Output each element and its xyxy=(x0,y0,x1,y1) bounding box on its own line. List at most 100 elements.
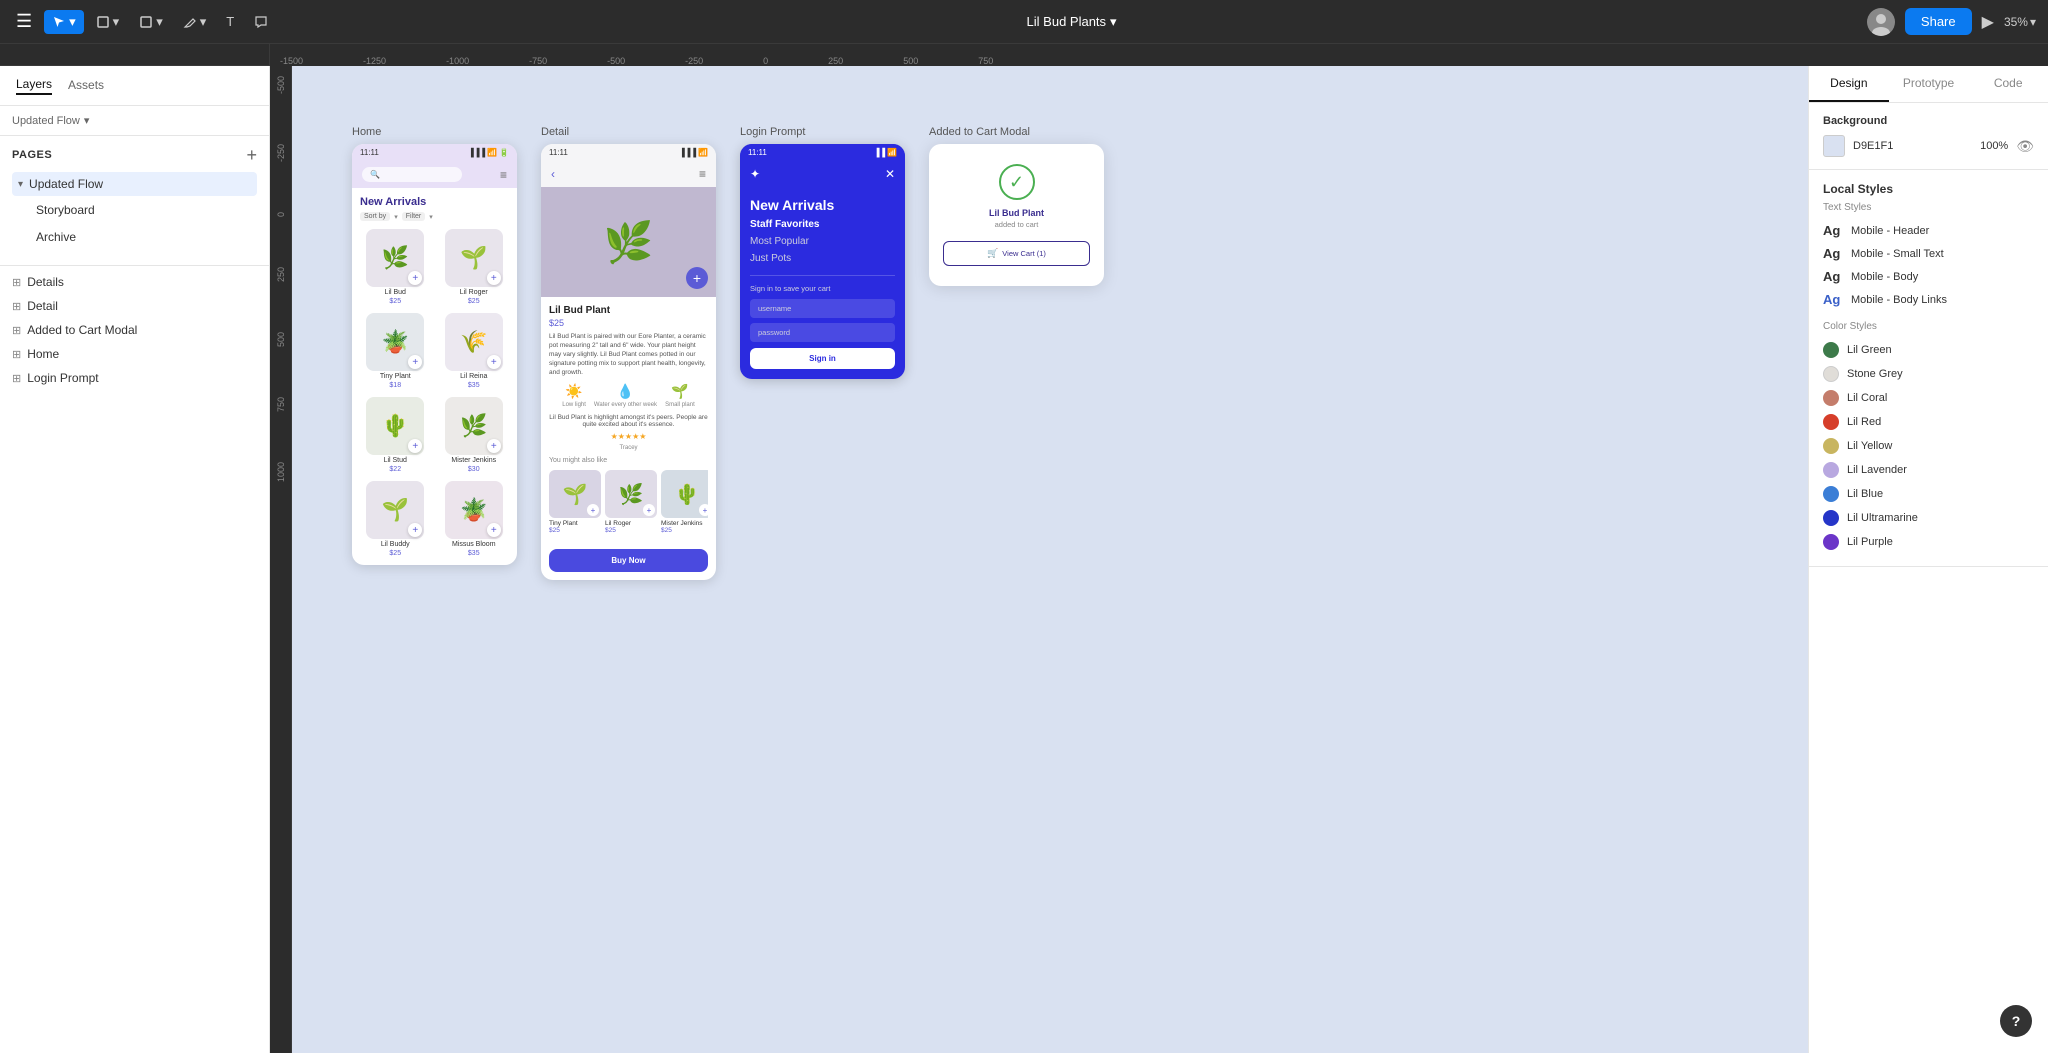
layer-item-details[interactable]: ⊞ Details xyxy=(0,270,269,294)
background-color-value[interactable]: D9E1F1 xyxy=(1853,140,1972,152)
layer-item-cart-modal[interactable]: ⊞ Added to Cart Modal xyxy=(0,318,269,342)
local-styles-title: Local Styles xyxy=(1823,182,2034,196)
login-menu-popular[interactable]: Most Popular xyxy=(750,233,895,250)
add-to-cart-button[interactable]: + xyxy=(408,523,422,537)
attr-label: Water every other week xyxy=(594,402,657,408)
pen-tool[interactable]: ▾ xyxy=(175,10,215,34)
add-to-cart-button[interactable]: + xyxy=(487,355,501,369)
visibility-toggle-icon[interactable]: 👁 xyxy=(2016,138,2034,155)
text-style-mobile-body-links[interactable]: Ag Mobile - Body Links xyxy=(1823,288,2034,311)
tab-assets[interactable]: Assets xyxy=(68,78,104,94)
detail-add-button[interactable]: + xyxy=(686,267,708,289)
page-item-updated-flow[interactable]: ▾ Updated Flow xyxy=(12,172,257,196)
select-tool[interactable]: ▾ xyxy=(44,10,84,34)
home-search-bar[interactable]: 🔍 xyxy=(362,167,462,182)
breadcrumb-link[interactable]: Updated Flow ▾ xyxy=(12,114,89,127)
sort-button[interactable]: Sort by xyxy=(360,212,390,221)
add-to-cart-button[interactable]: + xyxy=(408,355,422,369)
background-color-swatch[interactable] xyxy=(1823,135,1845,157)
color-label: Lil Coral xyxy=(1847,392,1887,404)
login-close-button[interactable]: ✕ xyxy=(885,167,895,181)
back-button[interactable]: ‹ xyxy=(551,167,555,181)
plant-card[interactable]: 🌱+ Lil Buddy $25 xyxy=(360,481,431,557)
color-style-lil-coral[interactable]: Lil Coral xyxy=(1823,386,2034,410)
color-style-lil-yellow[interactable]: Lil Yellow xyxy=(1823,434,2034,458)
layer-item-login[interactable]: ⊞ Login Prompt xyxy=(0,366,269,390)
comment-tool[interactable] xyxy=(246,11,276,33)
plant-card[interactable]: 🌵+ Lil Stud $22 xyxy=(360,397,431,473)
color-style-stone-grey[interactable]: Stone Grey xyxy=(1823,362,2034,386)
page-item-archive[interactable]: Archive xyxy=(12,224,257,250)
layer-item-detail[interactable]: ⊞ Detail xyxy=(0,294,269,318)
plant-card[interactable]: 🌿+ Mister Jenkins $30 xyxy=(439,397,510,473)
related-plant-card[interactable]: 🌿+ Lil Roger $25 xyxy=(605,470,657,541)
tab-layers[interactable]: Layers xyxy=(16,77,52,95)
add-to-cart-button[interactable]: + xyxy=(408,271,422,285)
menu-icon[interactable]: ☰ xyxy=(12,7,36,36)
color-swatch xyxy=(1823,462,1839,478)
ruler-mark: -1000 xyxy=(446,56,469,66)
sign-in-button[interactable]: Sign in xyxy=(750,348,895,369)
color-style-lil-purple[interactable]: Lil Purple xyxy=(1823,530,2034,554)
add-to-cart-button[interactable]: + xyxy=(408,439,422,453)
page-item-storyboard[interactable]: Storyboard xyxy=(12,197,257,223)
play-button[interactable]: ▶ xyxy=(1982,12,1994,32)
related-plant-card[interactable]: 🌱+ Tiny Plant $25 xyxy=(549,470,601,541)
share-button[interactable]: Share xyxy=(1905,8,1972,35)
color-style-lil-red[interactable]: Lil Red xyxy=(1823,410,2034,434)
login-menu-pots[interactable]: Just Pots xyxy=(750,250,895,267)
color-style-lil-blue[interactable]: Lil Blue xyxy=(1823,482,2034,506)
home-menu-icon[interactable]: ≡ xyxy=(500,168,507,182)
related-add-btn[interactable]: + xyxy=(699,504,708,516)
background-opacity[interactable]: 100% xyxy=(1980,140,2008,152)
color-style-lil-lavender[interactable]: Lil Lavender xyxy=(1823,458,2034,482)
password-input[interactable]: password xyxy=(750,323,895,342)
color-style-lil-green[interactable]: Lil Green xyxy=(1823,338,2034,362)
canvas-content[interactable]: Home 11:11 ▐▐▐ 📶 🔋 xyxy=(292,66,1808,1053)
related-plant-card[interactable]: 🌵+ Mister Jenkins $25 xyxy=(661,470,708,541)
plant-card[interactable]: 🪴+ Tiny Plant $18 xyxy=(360,313,431,389)
frame-login: Login Prompt 11:11 ▐▐ 📶 ✦ xyxy=(740,126,905,580)
ruler-mark: 250 xyxy=(828,56,843,66)
help-button[interactable]: ? xyxy=(2000,1005,2032,1037)
add-page-button[interactable]: + xyxy=(246,146,257,164)
home-screen: 11:11 ▐▐▐ 📶 🔋 🔍 xyxy=(352,144,517,565)
plant-card[interactable]: 🌱+ Lil Roger $25 xyxy=(439,229,510,305)
add-to-cart-button[interactable]: + xyxy=(487,523,501,537)
buy-now-button[interactable]: Buy Now xyxy=(549,549,708,572)
related-add-btn[interactable]: + xyxy=(643,504,655,516)
signal-icon: ▐▐▐ xyxy=(468,148,485,157)
frame-tool[interactable]: ▾ xyxy=(88,10,128,34)
zoom-level[interactable]: 35% ▾ xyxy=(2004,15,2036,29)
file-title[interactable]: Lil Bud Plants ▾ xyxy=(284,14,1859,30)
tab-design[interactable]: Design xyxy=(1809,66,1889,102)
color-label: Lil Blue xyxy=(1847,488,1883,500)
text-style-mobile-small[interactable]: Ag Mobile - Small Text xyxy=(1823,242,2034,265)
plant-image: 🌿+ xyxy=(445,397,503,455)
text-style-mobile-header[interactable]: Ag Mobile - Header xyxy=(1823,219,2034,242)
plant-name: Lil Bud xyxy=(385,289,406,296)
view-cart-button[interactable]: 🛒 View Cart (1) xyxy=(943,241,1090,266)
text-style-mobile-body[interactable]: Ag Mobile - Body xyxy=(1823,265,2034,288)
text-tool[interactable]: T xyxy=(218,10,242,33)
plant-card[interactable]: 🪴+ Missus Bloom $35 xyxy=(439,481,510,557)
tab-code[interactable]: Code xyxy=(1968,66,2048,102)
related-add-btn[interactable]: + xyxy=(587,504,599,516)
plant-card[interactable]: 🌾+ Lil Reina $35 xyxy=(439,313,510,389)
canvas-area[interactable]: -500 -250 0 250 500 750 1000 Home xyxy=(270,66,1808,1053)
detail-menu-icon[interactable]: ≡ xyxy=(699,167,706,181)
plant-card[interactable]: 🌿+ Lil Bud $25 xyxy=(360,229,431,305)
add-to-cart-button[interactable]: + xyxy=(487,439,501,453)
color-styles-header: Color Styles xyxy=(1823,321,2034,332)
filter-button[interactable]: Filter xyxy=(402,212,426,221)
ruler-mark-v: 1000 xyxy=(276,462,286,482)
detail-review-text: Lil Bud Plant is highlight amongst it's … xyxy=(549,414,708,428)
tab-prototype[interactable]: Prototype xyxy=(1889,66,1969,102)
layer-item-home[interactable]: ⊞ Home xyxy=(0,342,269,366)
ruler-mark-v: -250 xyxy=(276,144,286,162)
shape-tool[interactable]: ▾ xyxy=(131,10,171,34)
add-to-cart-button[interactable]: + xyxy=(487,271,501,285)
username-input[interactable]: username xyxy=(750,299,895,318)
login-menu-staff[interactable]: Staff Favorites xyxy=(750,216,895,233)
color-style-lil-ultramarine[interactable]: Lil Ultramarine xyxy=(1823,506,2034,530)
